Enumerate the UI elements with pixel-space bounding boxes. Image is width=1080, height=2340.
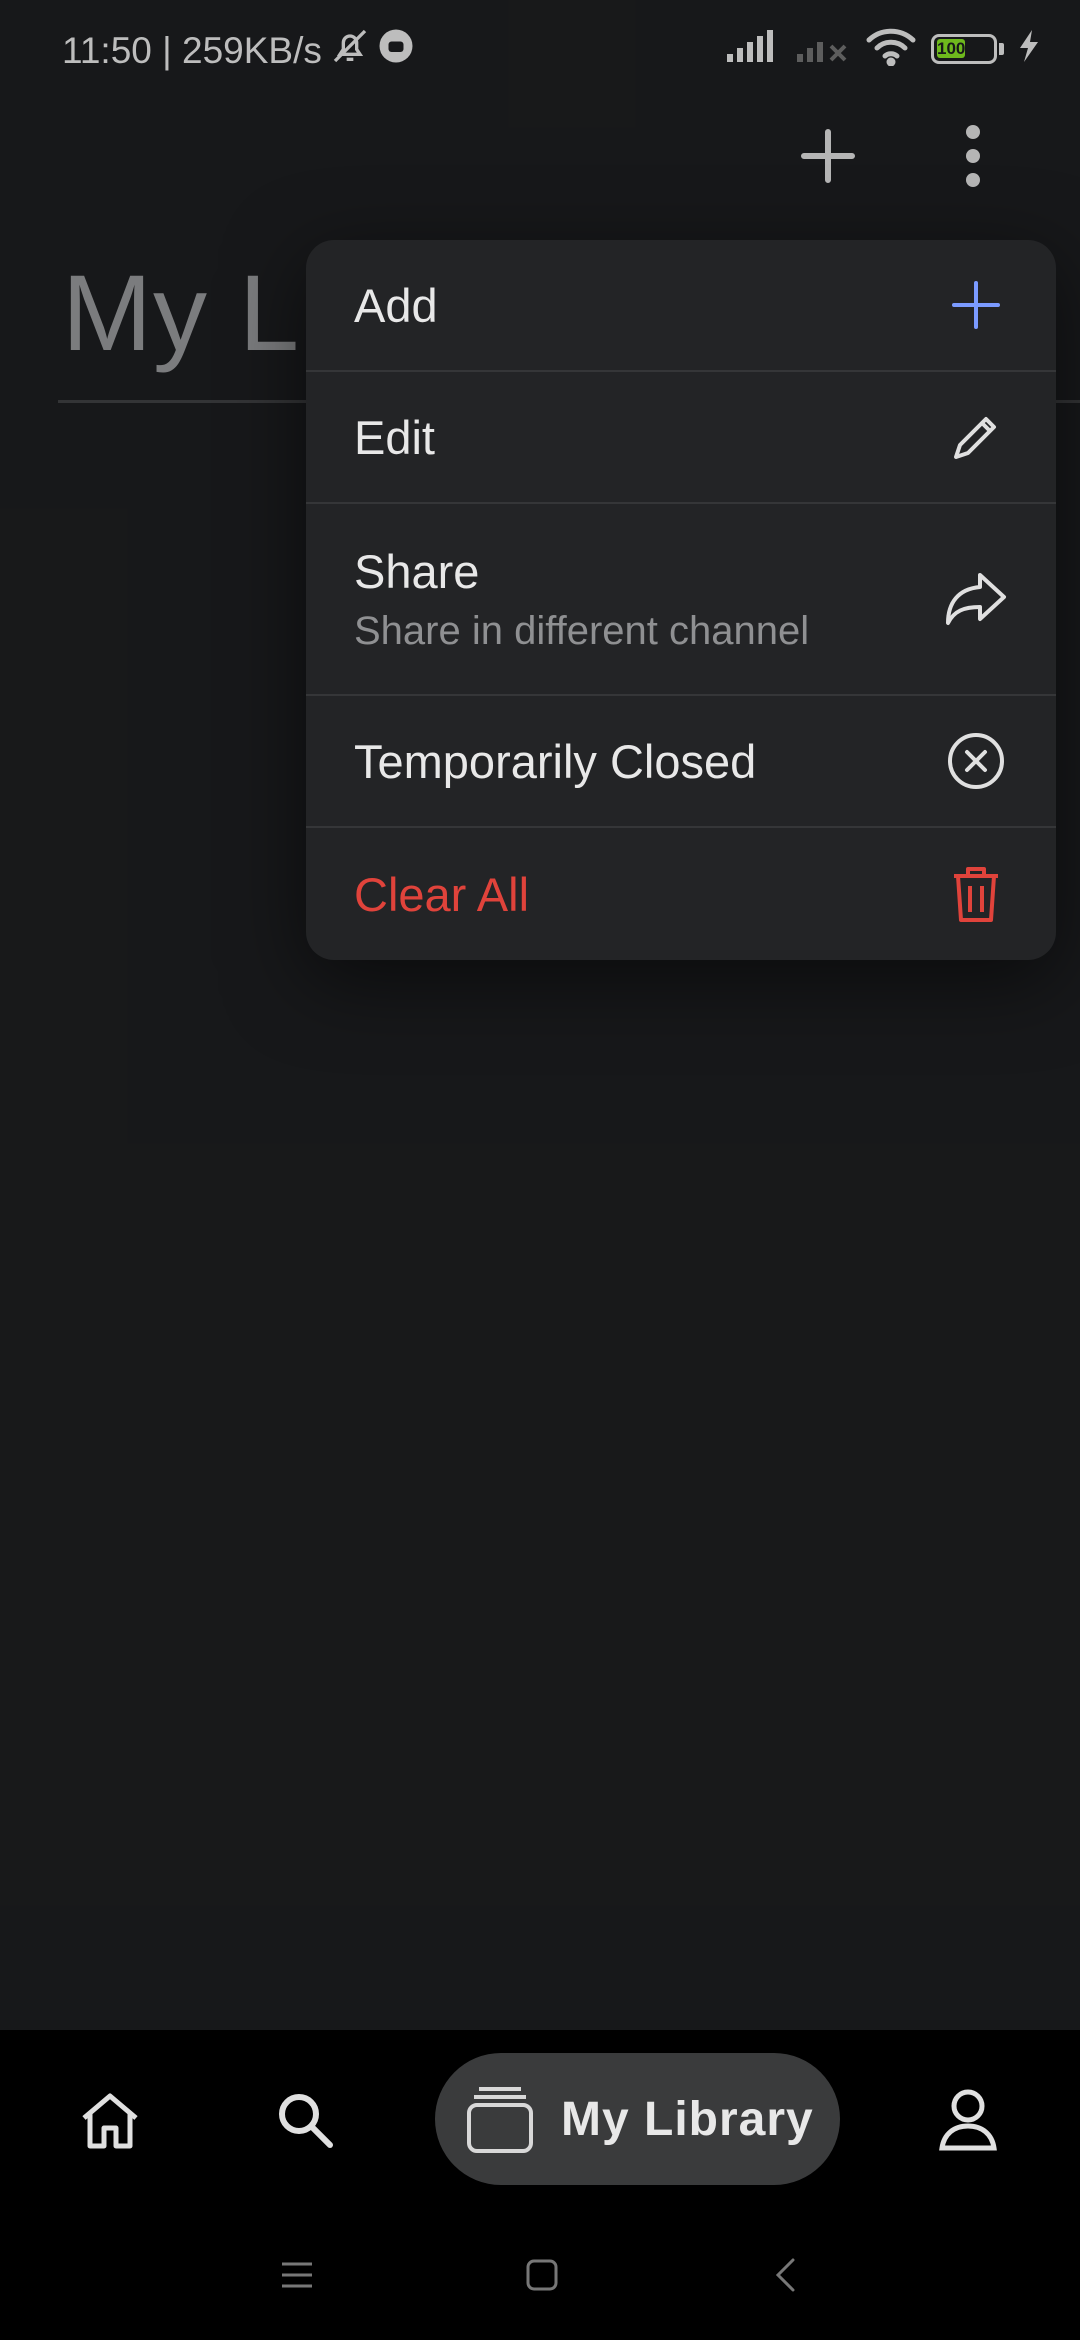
pencil-icon bbox=[944, 405, 1008, 469]
menu-item-share[interactable]: Share Share in different channel bbox=[306, 504, 1056, 696]
menu-item-clear-all[interactable]: Clear All bbox=[306, 828, 1056, 960]
system-back-button[interactable] bbox=[745, 2250, 825, 2300]
menu-item-label: Share bbox=[354, 545, 480, 598]
nav-library-label: My Library bbox=[561, 2092, 814, 2146]
close-circle-icon bbox=[944, 729, 1008, 793]
nav-home-button[interactable] bbox=[60, 2084, 160, 2156]
menu-item-edit[interactable]: Edit bbox=[306, 372, 1056, 504]
nav-my-library-button[interactable]: My Library bbox=[435, 2053, 840, 2185]
menu-item-label: Clear All bbox=[354, 867, 530, 921]
home-icon bbox=[82, 2093, 138, 2149]
menu-lines-icon bbox=[282, 2262, 312, 2288]
system-home-button[interactable] bbox=[502, 2250, 582, 2300]
square-home-icon bbox=[526, 2259, 558, 2291]
back-chevron-icon bbox=[775, 2258, 795, 2292]
nav-search-button[interactable] bbox=[255, 2084, 355, 2156]
plus-icon bbox=[944, 273, 1008, 337]
search-icon bbox=[279, 2094, 333, 2148]
nav-profile-button[interactable] bbox=[918, 2084, 1018, 2156]
options-menu: Add Edit Share Share in different channe… bbox=[306, 240, 1056, 960]
menu-item-label: Edit bbox=[354, 410, 435, 464]
library-stack-icon bbox=[467, 2087, 533, 2153]
menu-item-sublabel: Share in different channel bbox=[354, 609, 810, 653]
menu-item-add[interactable]: Add bbox=[306, 240, 1056, 372]
trash-icon bbox=[944, 862, 1008, 926]
menu-item-label: Temporarily Closed bbox=[354, 734, 757, 788]
share-arrow-icon bbox=[944, 567, 1008, 631]
profile-icon bbox=[939, 2089, 997, 2151]
system-menu-button[interactable] bbox=[257, 2250, 337, 2300]
menu-item-label: Add bbox=[354, 278, 438, 332]
menu-item-temporarily-closed[interactable]: Temporarily Closed bbox=[306, 696, 1056, 828]
